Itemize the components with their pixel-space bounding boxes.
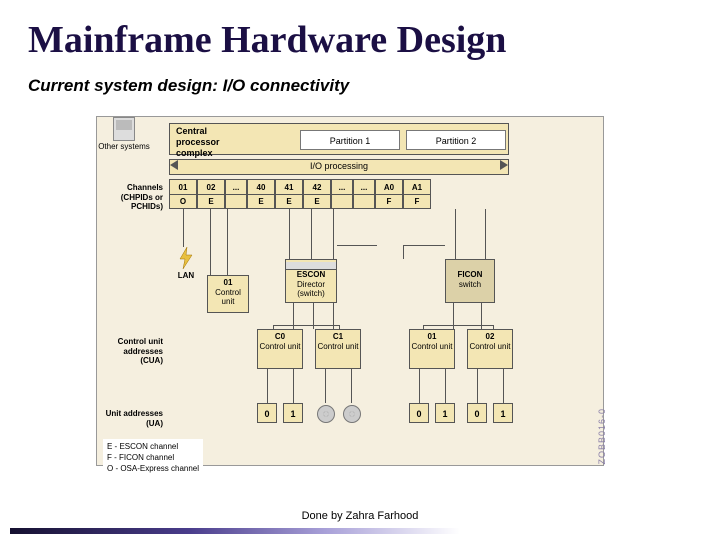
connector-line: [477, 369, 478, 403]
io-processing-label: I/O processing: [170, 161, 508, 171]
lan-label: LAN: [171, 271, 201, 280]
connector-line: [485, 209, 486, 259]
connector-line: [351, 369, 352, 403]
partition-1-box: Partition 1: [300, 130, 400, 150]
connector-line: [289, 209, 290, 259]
control-unit-c1: C1Control unit: [315, 329, 361, 369]
cpc-l3: complex: [176, 148, 213, 158]
lan-group: LAN: [171, 247, 201, 280]
channel-42: 42E: [303, 179, 331, 209]
figure-reference-code: ZOBB016-0: [597, 408, 607, 465]
lightning-bolt-icon: [178, 247, 194, 269]
connector-line: [445, 369, 446, 403]
unit-address-0: 0: [409, 403, 429, 423]
channel-row: 01O 02E ... 40E 41E 42E ... ... A0F A1F: [169, 179, 509, 209]
other-systems: Other systems: [97, 117, 151, 157]
control-unit-01-lower: 01Control unit: [409, 329, 455, 369]
connector-line: [293, 369, 294, 403]
escon-director-switch: ESCON Director (switch): [285, 259, 337, 303]
io-processing-row: I/O processing: [169, 159, 509, 175]
connector-line: [210, 209, 211, 275]
label-control-unit-addresses: Control unit addresses (CUA): [101, 337, 163, 366]
control-unit-01-upper: 01Control unit: [207, 275, 249, 313]
cpc-label: Central processor complex: [176, 126, 220, 158]
legend-ficon: F - FICON channel: [107, 452, 199, 463]
connector-line: [455, 209, 456, 259]
legend-escon: E - ESCON channel: [107, 441, 199, 452]
central-processor-complex-box: Central processor complex Partition 1 Pa…: [169, 123, 509, 155]
connector-line: [325, 369, 326, 403]
partition-2-box: Partition 2: [406, 130, 506, 150]
cpc-l2: processor: [176, 137, 220, 147]
channel-ellipsis-1: ...: [225, 179, 247, 209]
unit-address-0: 0: [467, 403, 487, 423]
channel-01: 01O: [169, 179, 197, 209]
connector-line: [423, 325, 493, 326]
connector-line: [503, 369, 504, 403]
channel-ellipsis-2: ...: [331, 179, 353, 209]
cpc-l1: Central: [176, 126, 207, 136]
unit-address-1: 1: [283, 403, 303, 423]
label-unit-addresses: Unit addresses (UA): [101, 409, 163, 428]
control-unit-02: 02Control unit: [467, 329, 513, 369]
connector-line: [337, 245, 377, 246]
channel-a0: A0F: [375, 179, 403, 209]
slide-footer: Done by Zahra Farhood: [0, 510, 720, 522]
unit-address-0: 0: [257, 403, 277, 423]
unit-address-1: 1: [435, 403, 455, 423]
channel-a1: A1F: [403, 179, 431, 209]
arrow-right-icon: [500, 160, 508, 170]
connector-line: [227, 209, 228, 275]
connector-line: [403, 245, 404, 259]
control-unit-c0: C0Control unit: [257, 329, 303, 369]
connector-line: [403, 245, 445, 246]
channel-40: 40E: [247, 179, 275, 209]
page-title: Mainframe Hardware Design: [0, 0, 720, 62]
channel-41: 41E: [275, 179, 303, 209]
connector-line: [333, 209, 334, 259]
connector-line: [267, 369, 268, 403]
channel-type-legend: E - ESCON channel F - FICON channel O - …: [103, 439, 203, 477]
server-icon: [113, 117, 135, 141]
channel-ellipsis-3: ...: [353, 179, 375, 209]
label-channels: Channels (CHPIDs or PCHIDs): [101, 183, 163, 212]
other-systems-label: Other systems: [97, 143, 151, 152]
disk-icon: [343, 405, 361, 423]
channel-02: 02E: [197, 179, 225, 209]
gradient-bar: [10, 528, 460, 534]
legend-osa: O - OSA-Express channel: [107, 463, 199, 474]
io-connectivity-diagram: Central processor complex Partition 1 Pa…: [96, 116, 604, 466]
page-subtitle: Current system design: I/O connectivity: [0, 62, 720, 96]
connector-line: [273, 325, 339, 326]
connector-line: [419, 369, 420, 403]
connector-line: [311, 209, 312, 259]
ficon-switch: FICON switch: [445, 259, 495, 303]
unit-address-1: 1: [493, 403, 513, 423]
disk-icon: [317, 405, 335, 423]
connector-line: [183, 209, 184, 247]
